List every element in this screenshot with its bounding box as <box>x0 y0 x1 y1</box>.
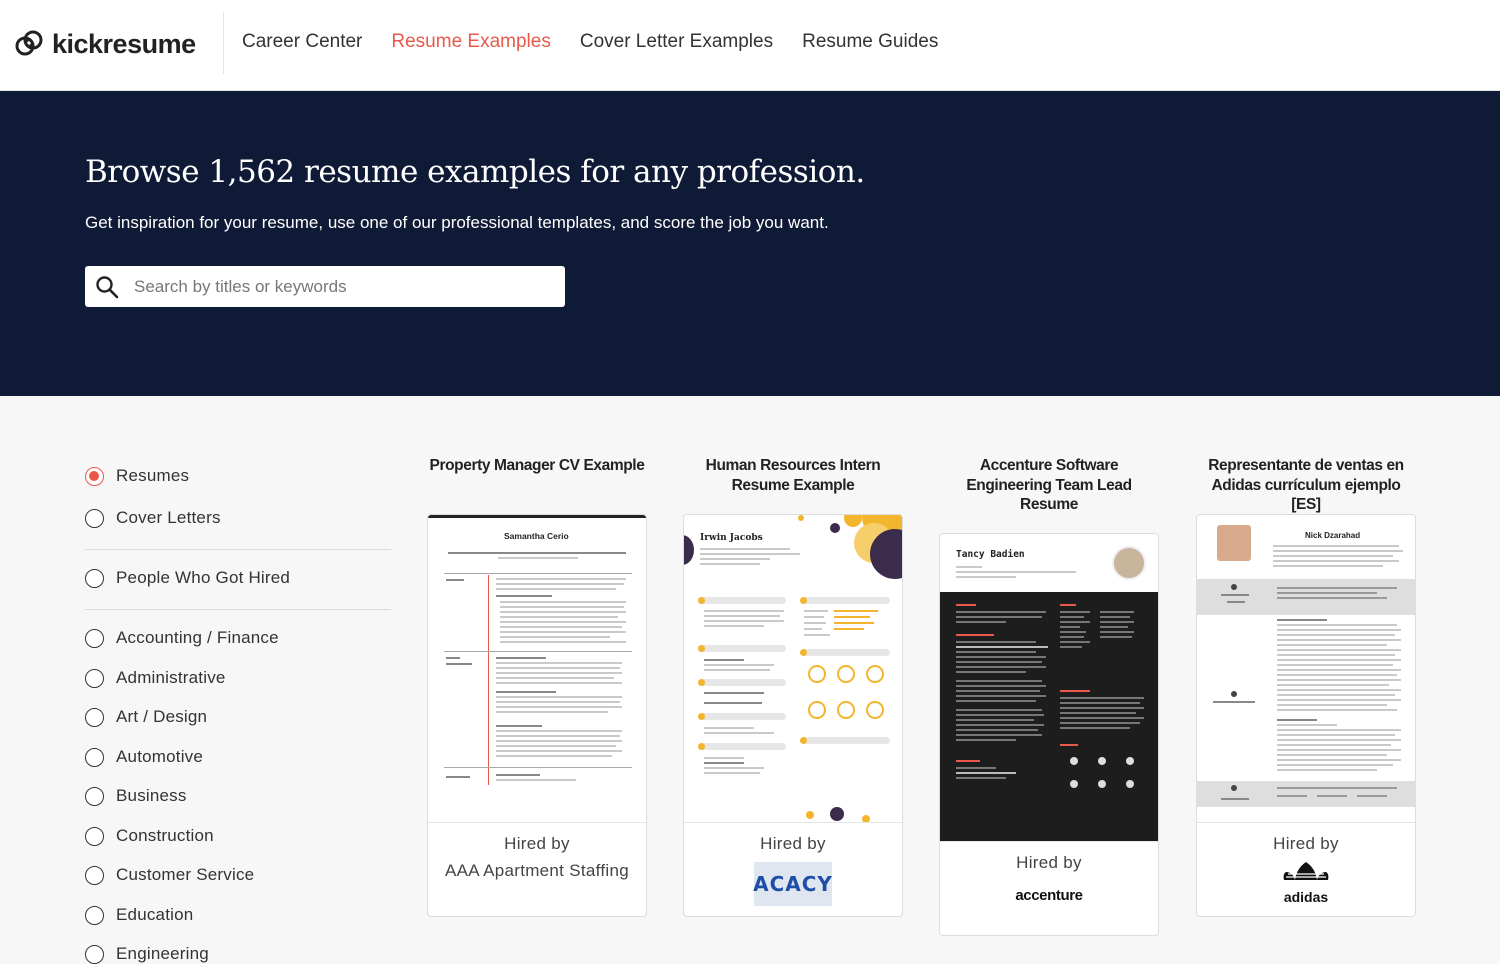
radio[interactable] <box>85 707 104 727</box>
company-name: accenture <box>1015 887 1083 904</box>
page-title: Browse 1,562 resume examples for any pro… <box>85 154 865 190</box>
brand-name: kickresume <box>52 28 196 59</box>
filter-label: Art / Design <box>116 707 208 726</box>
adidas-trefoil-icon <box>1283 862 1329 880</box>
resume-thumbnail[interactable]: Irwin Jacobs <box>684 515 902 823</box>
filter-label: Cover Letters <box>116 508 221 527</box>
filter-education[interactable]: Education <box>85 905 193 925</box>
resume-name: Nick Dzarahad <box>1305 531 1361 540</box>
filter-label: Education <box>116 905 194 924</box>
company-name: ACACY <box>753 872 833 896</box>
kickresume-logo-icon <box>15 30 43 56</box>
main-nav: Career Center Resume Examples Cover Lett… <box>242 31 938 53</box>
card-body[interactable]: Tancy Badien Hired by accenture <box>939 533 1159 936</box>
filter-customer-service[interactable]: Customer Service <box>85 865 254 885</box>
filter-divider <box>85 549 391 550</box>
radio[interactable] <box>85 508 104 528</box>
filter-label: Accounting / Finance <box>116 628 279 647</box>
card-body[interactable]: Nick Dzarahad Hired by adidas <box>1196 514 1416 917</box>
filter-resumes[interactable]: Resumes <box>85 466 189 486</box>
hired-by-label: Hired by <box>760 834 826 853</box>
nav-resume-examples[interactable]: Resume Examples <box>391 31 550 53</box>
hired-by-label: Hired by <box>1273 834 1339 853</box>
card-title[interactable]: Property Manager CV Example <box>427 456 647 476</box>
hero-banner: Browse 1,562 resume examples for any pro… <box>0 91 1500 396</box>
resume-thumbnail[interactable]: Tancy Badien <box>940 534 1158 842</box>
card-title[interactable]: Accenture Software Engineering Team Lead… <box>939 456 1159 515</box>
filter-label: Engineering <box>116 944 209 963</box>
filter-label: Customer Service <box>116 865 255 884</box>
radio[interactable] <box>85 668 104 688</box>
top-navigation-bar: kickresume Career Center Resume Examples… <box>0 0 1500 91</box>
resume-name: Samantha Cerio <box>504 531 569 541</box>
filter-engineering[interactable]: Engineering <box>85 944 209 964</box>
nav-career-center[interactable]: Career Center <box>242 31 362 53</box>
radio[interactable] <box>85 568 104 588</box>
radio[interactable] <box>85 826 104 846</box>
resume-thumbnail[interactable]: Samantha Cerio <box>428 515 646 823</box>
radio[interactable] <box>85 786 104 806</box>
hired-by-label: Hired by <box>1016 853 1082 872</box>
card-body[interactable]: Samantha Cerio Hired by AAA Apartment St… <box>427 514 647 917</box>
filter-label: Business <box>116 786 187 805</box>
filter-divider <box>85 609 391 610</box>
filter-accounting-finance[interactable]: Accounting / Finance <box>85 628 279 648</box>
page-subtitle: Get inspiration for your resume, use one… <box>85 213 829 232</box>
filter-label: Resumes <box>116 466 190 485</box>
avatar <box>1217 525 1251 561</box>
filter-label: People Who Got Hired <box>116 568 291 587</box>
filter-construction[interactable]: Construction <box>85 826 214 846</box>
resume-name: Tancy Badien <box>956 549 1025 560</box>
acacy-logo: ACACY <box>753 862 833 906</box>
filter-cover-letters[interactable]: Cover Letters <box>85 508 221 528</box>
filter-label: Construction <box>116 826 214 845</box>
resume-thumbnail[interactable]: Nick Dzarahad <box>1197 515 1415 823</box>
radio[interactable] <box>85 944 104 964</box>
hired-by-label: Hired by <box>504 834 570 853</box>
nav-resume-guides[interactable]: Resume Guides <box>802 31 938 53</box>
filter-label: Automotive <box>116 747 204 766</box>
card-title[interactable]: Human Resources Intern Resume Example <box>683 456 903 495</box>
filter-label: Administrative <box>116 668 226 687</box>
card-body[interactable]: Irwin Jacobs Hired by ACACY <box>683 514 903 917</box>
accenture-logo: accenture <box>940 887 1158 904</box>
adidas-logo: adidas <box>1197 860 1415 905</box>
radio[interactable] <box>85 628 104 648</box>
card-title[interactable]: Representante de ventas en Adidas curríc… <box>1196 456 1416 515</box>
radio[interactable] <box>85 747 104 767</box>
header-divider <box>223 12 224 74</box>
radio[interactable] <box>85 865 104 885</box>
search-box <box>85 266 565 307</box>
search-icon <box>96 275 119 298</box>
hired-company: AAA Apartment Staffing <box>445 861 629 880</box>
company-name: adidas <box>1283 889 1329 905</box>
resume-name: Irwin Jacobs <box>700 533 763 543</box>
radio[interactable] <box>85 905 104 925</box>
search-input[interactable] <box>134 276 534 297</box>
filter-business[interactable]: Business <box>85 786 187 806</box>
filter-art-design[interactable]: Art / Design <box>85 707 207 727</box>
nav-cover-letter-examples[interactable]: Cover Letter Examples <box>580 31 773 53</box>
kickresume-logo[interactable]: kickresume <box>14 26 196 62</box>
avatar <box>1112 546 1146 580</box>
filter-automotive[interactable]: Automotive <box>85 747 203 767</box>
filter-administrative[interactable]: Administrative <box>85 668 226 688</box>
radio-selected[interactable] <box>85 466 104 486</box>
filter-people-who-got-hired[interactable]: People Who Got Hired <box>85 568 290 588</box>
